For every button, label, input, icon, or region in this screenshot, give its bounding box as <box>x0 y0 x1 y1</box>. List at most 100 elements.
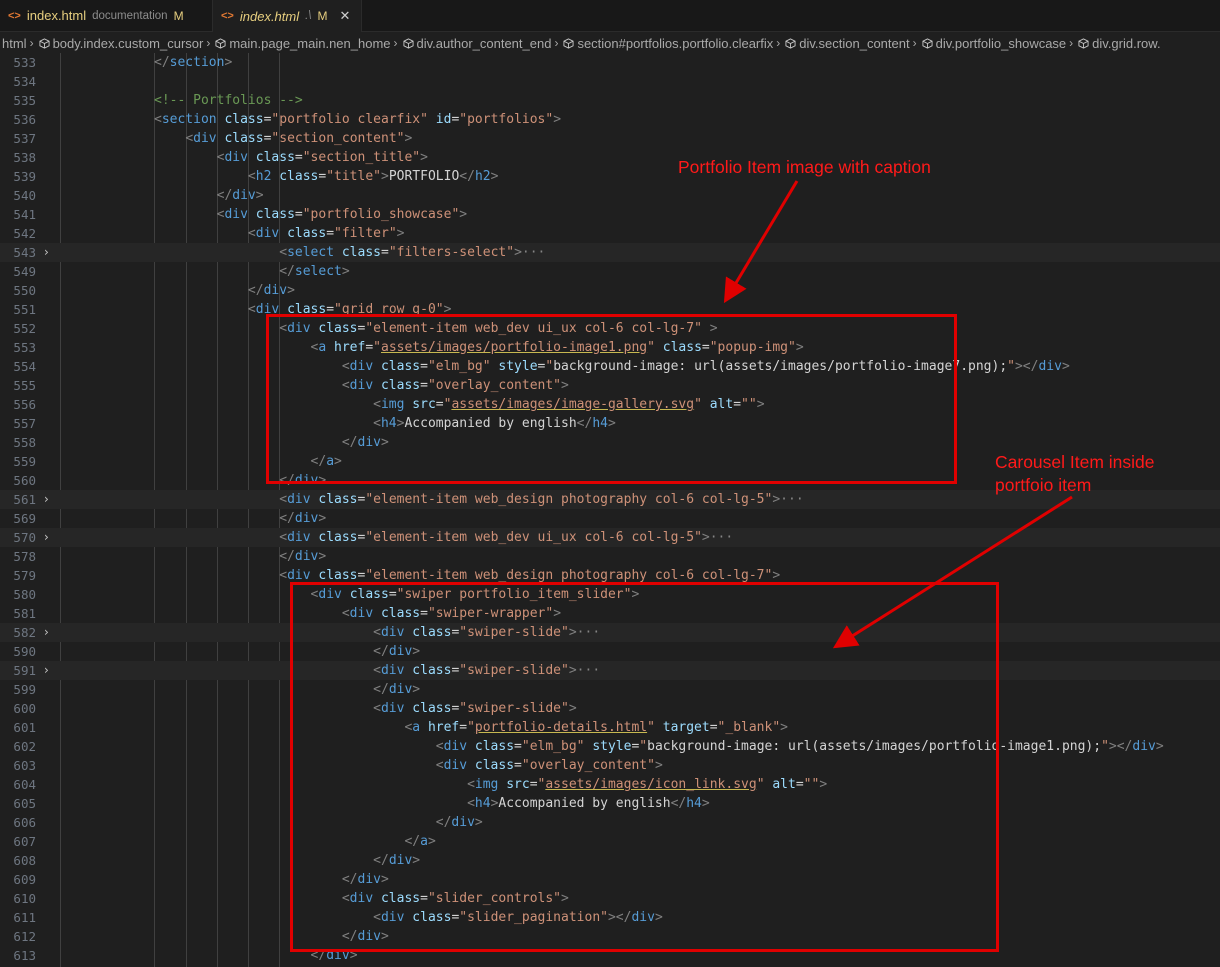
line-number: 559 <box>13 454 36 469</box>
fold-chevron-icon[interactable]: › <box>44 661 49 680</box>
code-token: "title" <box>326 169 381 184</box>
editor-tab-bar: <> index.html documentation M <> index.h… <box>0 0 1220 32</box>
code-line[interactable]: 534 <box>0 72 1220 91</box>
code-token: div <box>1038 359 1062 374</box>
code-line[interactable]: 536 <section class="portfolio clearfix" i… <box>0 110 1220 129</box>
line-number: 611 <box>13 910 36 925</box>
code-token: class <box>224 131 264 146</box>
code-line[interactable]: 535 <!-- Portfolios --> <box>0 91 1220 110</box>
code-token: </ <box>247 283 264 298</box>
line-number: 600 <box>13 701 36 716</box>
line-number: 542 <box>13 226 36 241</box>
code-token: > <box>490 169 499 184</box>
line-number: 591 <box>13 663 36 678</box>
breadcrumb-item[interactable]: div.section_content <box>783 36 910 51</box>
code-token: PORTFOLIO <box>388 169 460 184</box>
breadcrumb-item[interactable]: main.page_main.nen_home <box>213 36 391 51</box>
code-line[interactable]: 538 <div class="section_title"> <box>0 148 1220 167</box>
line-number: 579 <box>13 568 36 583</box>
code-token: div <box>224 150 248 165</box>
tab-index-html-active[interactable]: <> index.html .\ M ✕ <box>213 0 362 32</box>
line-number: 608 <box>13 853 36 868</box>
breadcrumb-item[interactable]: div.grid.row. <box>1076 35 1161 51</box>
line-number: 553 <box>13 340 36 355</box>
code-token: ></ <box>1014 359 1039 374</box>
line-number: 534 <box>13 74 36 89</box>
breadcrumb-item[interactable]: body.index.custom_cursor <box>37 36 203 51</box>
line-number: 602 <box>13 739 36 754</box>
portfolio-item-highlight-box <box>266 314 957 484</box>
code-line[interactable]: 543 › <select class="filters-select">··· <box>0 243 1220 262</box>
code-token: "element-item web_design photography col… <box>365 568 773 583</box>
code-token: div <box>255 226 280 241</box>
code-token: div <box>224 207 248 222</box>
code-token: ··· <box>709 530 734 545</box>
code-token: < <box>247 302 256 317</box>
code-line[interactable]: 550 </div> <box>0 281 1220 300</box>
line-number: 560 <box>13 473 36 488</box>
code-token: > <box>224 55 233 70</box>
code-line[interactable]: 542 <div class="filter"> <box>0 224 1220 243</box>
fold-chevron-icon[interactable]: › <box>44 243 49 262</box>
code-token: > <box>404 131 413 146</box>
code-line[interactable]: 570 › <div class="element-item web_dev ui… <box>0 528 1220 547</box>
line-number: 558 <box>13 435 36 450</box>
breadcrumb-item[interactable]: div.portfolio_showcase <box>920 36 1066 51</box>
breadcrumb-label: div.grid.row. <box>1092 35 1161 51</box>
code-token: </ <box>216 188 233 203</box>
code-text: <div class="element-item web_dev ui_ux c… <box>154 528 733 547</box>
code-token: div <box>232 188 256 203</box>
line-number: 580 <box>13 587 36 602</box>
code-token: "filter" <box>334 226 397 241</box>
code-token: "filters-select" <box>388 245 515 260</box>
code-token: </ <box>279 264 295 279</box>
code-line[interactable]: 549 </select> <box>0 262 1220 281</box>
line-number: 612 <box>13 929 36 944</box>
code-token: </ <box>279 549 295 564</box>
code-line[interactable]: 540 </div> <box>0 186 1220 205</box>
code-token: > <box>459 207 468 222</box>
code-token: > <box>396 226 405 241</box>
code-text: </select> <box>154 262 349 281</box>
tab-index-html-documentation[interactable]: <> index.html documentation M <box>0 0 213 31</box>
code-line[interactable]: 539 <h2 class="title">PORTFOLIO</h2> <box>0 167 1220 186</box>
code-token: < <box>154 112 162 127</box>
breadcrumb-item[interactable]: div.author_content_end <box>401 36 551 51</box>
code-token: ></ <box>1108 739 1133 754</box>
code-text: </div> <box>154 547 326 566</box>
portfolio-item-annotation: Portfolio Item image with caption <box>678 157 931 177</box>
fold-chevron-icon[interactable]: › <box>44 528 49 547</box>
breadcrumb-item[interactable]: html <box>2 36 27 51</box>
code-token: <!-- Portfolios --> <box>154 93 303 108</box>
chevron-right-icon: › <box>776 36 781 50</box>
code-line[interactable]: 541 <div class="portfolio_showcase"> <box>0 205 1220 224</box>
code-token: > <box>514 245 522 260</box>
code-token: = <box>326 226 335 241</box>
fold-chevron-icon[interactable]: › <box>44 623 49 642</box>
code-line[interactable]: 578 </div> <box>0 547 1220 566</box>
code-token: </ <box>459 169 475 184</box>
code-line[interactable]: 569 </div> <box>0 509 1220 528</box>
code-token: > <box>318 511 327 526</box>
code-token: "element-item web_design photography col… <box>365 492 773 507</box>
code-token: class <box>224 112 264 127</box>
code-line[interactable]: 533 </section> <box>0 53 1220 72</box>
close-icon[interactable]: ✕ <box>340 8 351 24</box>
fold-chevron-icon[interactable]: › <box>44 490 49 509</box>
line-number: 539 <box>13 169 36 184</box>
breadcrumb-item[interactable]: section#portfolios.portfolio.clearfix <box>561 36 773 51</box>
html-file-icon: <> <box>221 10 234 22</box>
code-token: " <box>1007 359 1015 374</box>
code-line[interactable]: 537 <div class="section_content"> <box>0 129 1220 148</box>
